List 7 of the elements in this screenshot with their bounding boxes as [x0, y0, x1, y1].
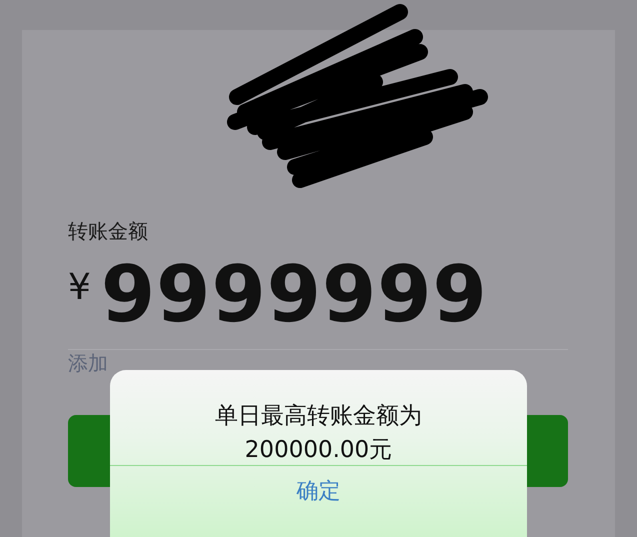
alert-message: 单日最高转账金额为: [215, 402, 422, 430]
amount-label: 转账金额: [68, 218, 149, 245]
alert-message: 200000.00元: [244, 436, 392, 464]
confirm-button[interactable]: 确定: [296, 480, 340, 504]
amount-value[interactable]: 9999999: [100, 253, 488, 337]
currency-symbol: ¥: [68, 267, 91, 308]
add-note-link[interactable]: 添加: [68, 351, 108, 375]
